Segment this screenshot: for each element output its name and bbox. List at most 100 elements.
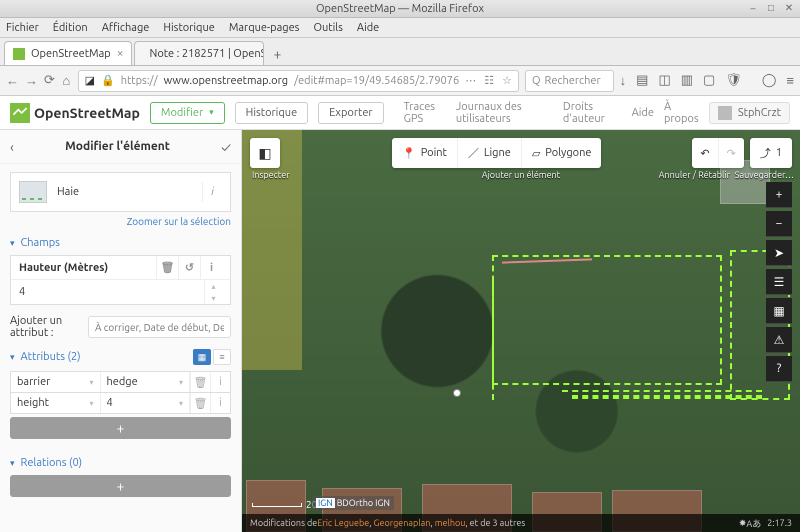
menu-bookmarks[interactable]: Marque-pages	[229, 22, 300, 34]
zoom-in-button[interactable]: +	[766, 182, 792, 208]
nav-copyright[interactable]: Droits d'auteur	[563, 101, 622, 125]
section-fields[interactable]: Champs	[10, 237, 231, 249]
menu-file[interactable]: Fichier	[6, 22, 39, 34]
menu-history[interactable]: Historique	[163, 22, 214, 34]
page-action-icon[interactable]: ⋯	[465, 74, 476, 87]
containers-icon[interactable]: ▥	[681, 73, 693, 88]
osm-brand: OpenStreetMap	[34, 105, 140, 121]
map-data-icon[interactable]: ▦	[766, 298, 792, 324]
menu-view[interactable]: Affichage	[102, 22, 150, 34]
help-icon[interactable]: ?	[766, 356, 792, 382]
sidebar-icon[interactable]: ◫	[658, 73, 670, 88]
save-button[interactable]: ⤴1	[750, 138, 792, 168]
chevron-down-icon[interactable]: ▾	[89, 399, 93, 408]
add-relation-button[interactable]: +	[10, 475, 231, 497]
add-tag-button[interactable]: +	[10, 417, 231, 439]
zoom-level: 2:17.3	[767, 518, 792, 528]
new-tab-button[interactable]: +	[266, 43, 288, 65]
window-close-icon[interactable]: ✕	[782, 1, 796, 15]
sidebar-toggle-button[interactable]: ◧	[250, 138, 280, 168]
section-attrs[interactable]: Attributs (2) ▦ ≡	[10, 349, 231, 365]
tag-val[interactable]: 4	[107, 397, 113, 409]
url-bar[interactable]: ◪ 🔒 https://www.openstreetmap.org/edit#m…	[78, 70, 519, 92]
imagery-attribution[interactable]: IGNBDOrtho IGN	[312, 496, 394, 510]
map-canvas[interactable]: ◧ 📍Point ／Ligne ▱Polygone ↶ ↷ ⤴1 Inspect…	[242, 130, 800, 532]
close-icon[interactable]: ×	[117, 47, 124, 60]
trash-icon[interactable]: 🗑	[190, 393, 210, 413]
nav-help[interactable]: Aide	[632, 107, 654, 119]
mode-line-button[interactable]: ／Ligne	[458, 138, 522, 168]
zoom-to-link[interactable]: Zoomer sur la sélection	[10, 216, 231, 227]
layers-icon[interactable]: ☰	[766, 269, 792, 295]
chevron-down-icon[interactable]: ▾	[179, 378, 183, 387]
tag-key[interactable]: barrier	[17, 376, 50, 388]
window-title: OpenStreetMap — Mozilla Firefox	[316, 3, 484, 15]
window-maximize-icon[interactable]: □	[764, 1, 778, 15]
library-icon[interactable]: ▤	[636, 73, 648, 88]
ublock-icon[interactable]: 🛡	[725, 73, 742, 88]
star-icon[interactable]: ☆	[502, 74, 512, 87]
nav-diaries[interactable]: Journaux des utilisateurs	[456, 101, 553, 125]
menu-help[interactable]: Aide	[357, 22, 379, 34]
add-attr-input[interactable]	[88, 316, 231, 338]
shield-icon[interactable]: ◪	[85, 74, 95, 87]
chevron-down-icon[interactable]: ▾	[89, 378, 93, 387]
info-icon[interactable]: i	[202, 182, 222, 202]
mode-point-button[interactable]: 📍Point	[392, 138, 458, 168]
tag-key[interactable]: height	[17, 397, 49, 409]
redo-button[interactable]: ↷	[719, 138, 744, 168]
window-minimize-icon[interactable]: –	[746, 1, 760, 15]
osm-logo[interactable]: OpenStreetMap	[10, 103, 140, 123]
nav-traces[interactable]: Traces GPS	[404, 101, 446, 125]
issues-icon[interactable]: ⚠	[766, 327, 792, 353]
trash-icon[interactable]: 🗑	[190, 372, 210, 392]
contributor-link[interactable]: melhou	[435, 518, 466, 528]
step-up-icon[interactable]: ▴	[204, 280, 222, 292]
search-box[interactable]: Q Rechercher	[525, 70, 614, 92]
info-icon[interactable]: i	[200, 256, 222, 280]
user-menu[interactable]: StphCrzt	[709, 102, 790, 124]
preset-name: Haie	[57, 186, 79, 198]
tab-note[interactable]: Note : 2182571 | OpenStree… ×	[134, 41, 264, 65]
forward-icon[interactable]: →	[25, 72, 38, 90]
text-icon[interactable]: Aあ	[746, 517, 761, 530]
step-down-icon[interactable]: ▾	[204, 292, 222, 304]
tab-osm[interactable]: OpenStreetMap ×	[4, 41, 132, 65]
menu-tools[interactable]: Outils	[313, 22, 342, 34]
osmose-icon[interactable]: ✸	[739, 518, 747, 529]
reader-icon[interactable]: ☷	[484, 74, 494, 87]
undo-icon[interactable]: ↺	[178, 256, 200, 280]
account-icon[interactable]: ◯	[762, 73, 777, 88]
home-icon[interactable]: ⌂	[61, 72, 72, 90]
reload-icon[interactable]: ⟳	[44, 72, 55, 90]
menu-edit[interactable]: Édition	[53, 22, 88, 34]
downloads-icon[interactable]: ↓	[620, 73, 627, 88]
info-icon[interactable]: i	[210, 393, 230, 413]
zoom-out-button[interactable]: −	[766, 211, 792, 237]
mode-area-button[interactable]: ▱Polygone	[522, 138, 602, 168]
lock-icon[interactable]: 🔒	[101, 74, 115, 87]
text-view-icon[interactable]: ≡	[213, 349, 231, 365]
locate-icon[interactable]: ➤	[766, 240, 792, 266]
contributor-link[interactable]: Eric Leguebe	[317, 518, 369, 528]
undo-button[interactable]: ↶	[692, 138, 718, 168]
history-button[interactable]: Historique	[235, 102, 308, 124]
trash-icon[interactable]: 🗑	[156, 256, 178, 280]
section-relations[interactable]: Relations (0)	[10, 457, 231, 469]
back-chevron-icon[interactable]: ‹	[10, 139, 14, 155]
info-icon[interactable]: i	[210, 372, 230, 392]
tag-val[interactable]: hedge	[107, 376, 138, 388]
back-icon[interactable]: ←	[6, 72, 19, 90]
table-view-icon[interactable]: ▦	[193, 349, 211, 365]
export-button[interactable]: Exporter	[318, 102, 383, 124]
nav-about[interactable]: À propos	[664, 101, 699, 125]
preset-row[interactable]: Haie i	[10, 172, 231, 212]
chevron-down-icon[interactable]: ▾	[179, 399, 183, 408]
screenshot-icon[interactable]: ▢	[703, 73, 715, 88]
contributor-link[interactable]: Georgenaplan	[374, 518, 431, 528]
check-icon[interactable]: ✓	[221, 139, 231, 155]
draw-mode-segment: 📍Point ／Ligne ▱Polygone	[392, 138, 601, 168]
field-value[interactable]: 4	[19, 286, 25, 298]
edit-button[interactable]: Modifier	[150, 102, 225, 124]
menu-icon[interactable]: ≡	[786, 73, 794, 88]
